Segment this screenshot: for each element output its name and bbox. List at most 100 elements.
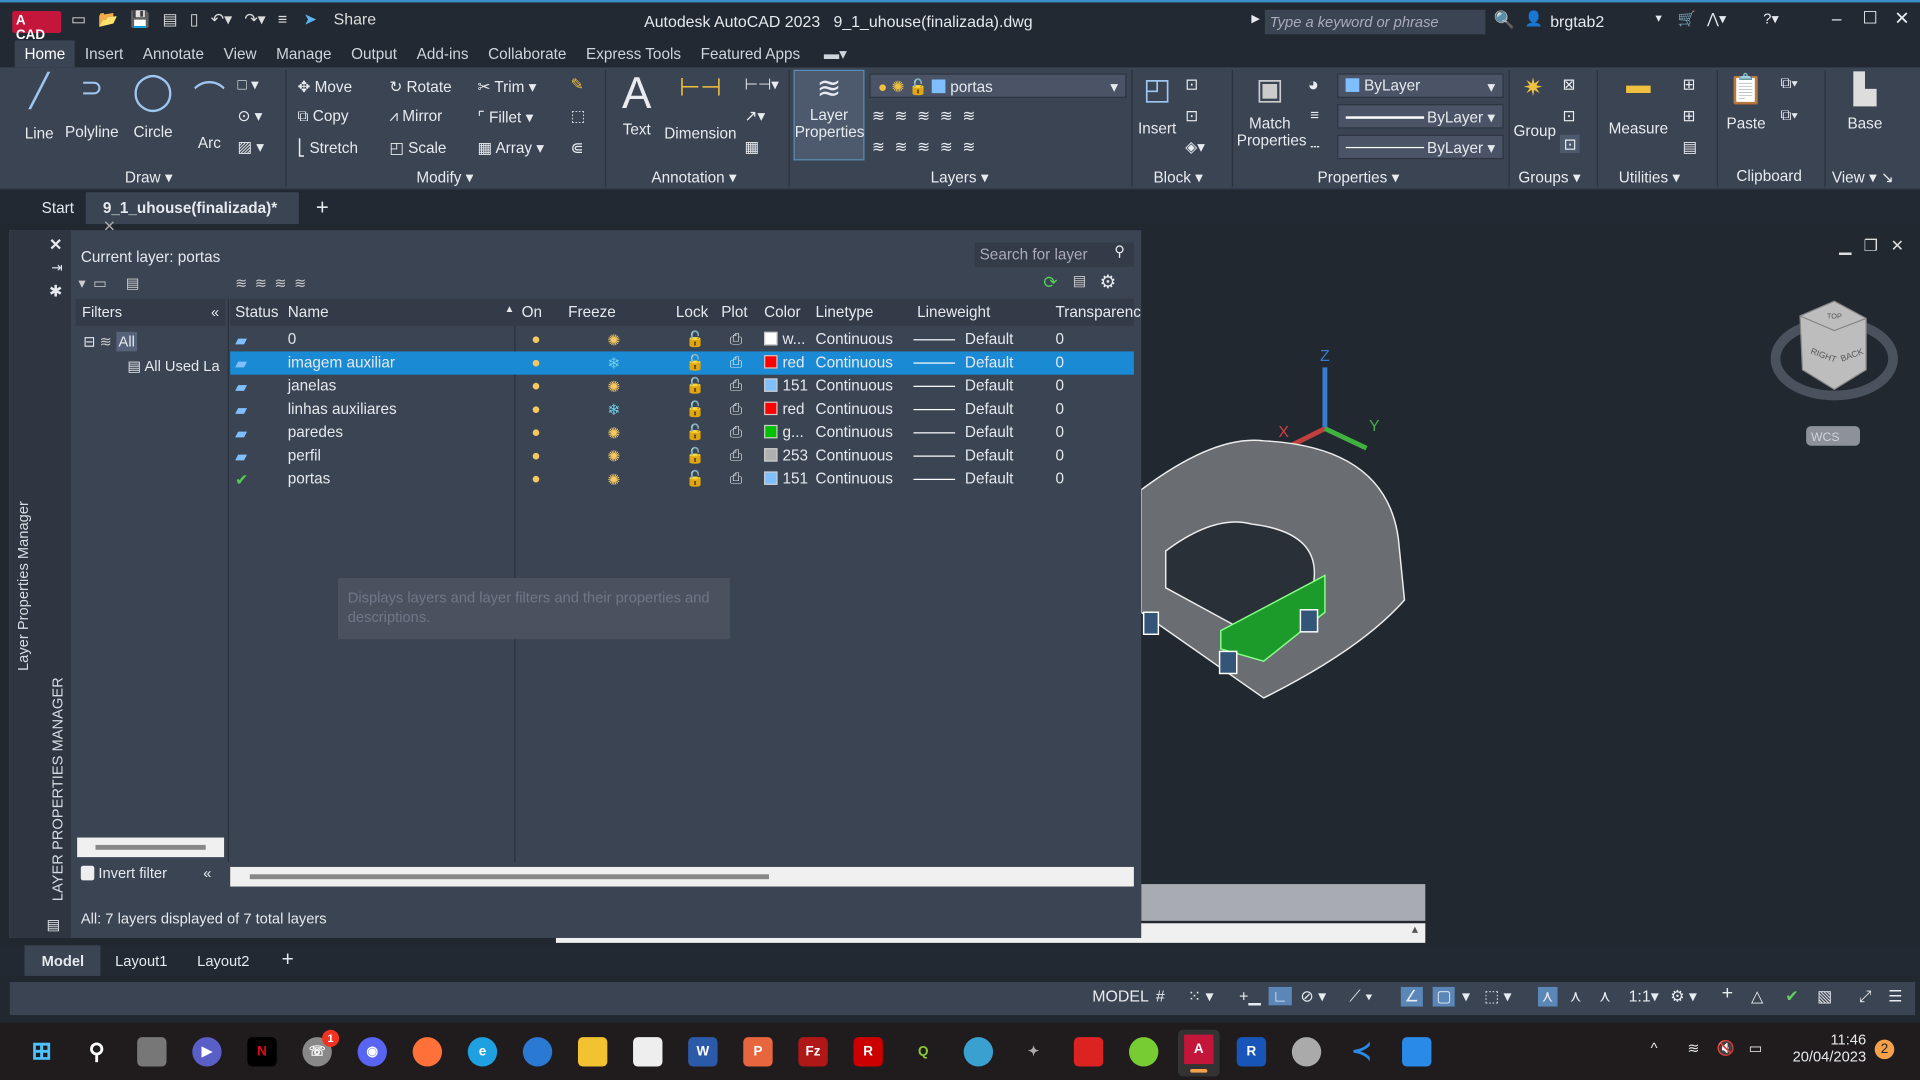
task-view-icon[interactable] xyxy=(137,1037,167,1067)
isolate-objects-icon[interactable]: ▧ xyxy=(1817,987,1832,1007)
minimize-button[interactable]: – xyxy=(1832,9,1842,29)
ellipse-icon[interactable]: ⊙ ▾ xyxy=(238,107,263,125)
tray-chevron-icon[interactable]: ^ xyxy=(1651,1040,1658,1057)
dynamic-input-icon[interactable]: +▁ xyxy=(1239,987,1261,1007)
sun-thawed-icon[interactable]: ✺ xyxy=(607,331,620,349)
splitter[interactable] xyxy=(227,298,229,863)
copy-button[interactable]: ⧉ Copy xyxy=(298,108,349,126)
layer-lineweight[interactable]: Default xyxy=(965,400,1014,417)
collapse-icon[interactable]: « xyxy=(203,864,211,881)
layer-list-scrollbar[interactable] xyxy=(230,866,1134,887)
ribbon-minimize-icon[interactable]: ▬▾ xyxy=(814,39,857,67)
ungroup-icon[interactable]: ⊠ xyxy=(1562,75,1575,93)
snowflake-frozen-icon[interactable]: ❄ xyxy=(607,354,620,372)
col-linetype[interactable]: Linetype xyxy=(816,304,874,321)
hatch-icon[interactable]: ▨ ▾ xyxy=(238,137,264,155)
printer-icon[interactable]: ⎙ xyxy=(730,331,742,349)
view-cube[interactable]: RIGHT BACK TOP WCS xyxy=(1770,300,1898,446)
redo-icon[interactable]: ↷▾ xyxy=(244,10,265,30)
layer-status-icon[interactable]: ▰ xyxy=(235,400,247,419)
layer-status-icon[interactable]: ▰ xyxy=(235,424,247,442)
units-icon[interactable]: △ xyxy=(1751,987,1763,1007)
id-point-icon[interactable]: ⊞ xyxy=(1682,75,1695,93)
cut-icon[interactable]: ⧉▾ xyxy=(1780,75,1797,93)
lightbulb-on-icon[interactable]: ● xyxy=(531,354,540,371)
filter-tree-all-used[interactable]: ▤ All Used La xyxy=(127,358,225,375)
layer-linetype[interactable]: Continuous xyxy=(816,424,893,441)
autodesk-icon[interactable]: ⋀▾ xyxy=(1707,10,1726,27)
scale-button[interactable]: ◰ Scale xyxy=(389,138,446,157)
create-block-icon[interactable]: ⊡ xyxy=(1185,75,1198,93)
unlocked-icon[interactable]: 🔓 xyxy=(686,377,705,395)
palette-properties-icon[interactable]: ✱ xyxy=(49,282,62,302)
line-button[interactable]: ╱ Line xyxy=(17,72,61,142)
layer-transparency[interactable]: 0 xyxy=(1056,470,1065,487)
col-lineweight[interactable]: Lineweight xyxy=(917,304,990,321)
netflix-icon[interactable]: N xyxy=(247,1037,277,1067)
layer-linetype[interactable]: Continuous xyxy=(816,400,893,417)
viewport-restore-icon[interactable]: ❐ xyxy=(1864,238,1878,255)
lightbulb-on-icon[interactable]: ● xyxy=(531,400,540,417)
maximize-button[interactable]: ☐ xyxy=(1862,7,1877,28)
col-freeze[interactable]: Freeze xyxy=(568,304,616,321)
annotation-visibility-icon[interactable]: ⋏ xyxy=(1537,986,1557,1007)
layer-lineweight[interactable]: Default xyxy=(965,424,1014,441)
tab-insert[interactable]: Insert xyxy=(75,40,133,67)
save-icon[interactable]: 💾 xyxy=(130,10,150,30)
layer-name[interactable]: paredes xyxy=(288,424,343,441)
printer-icon[interactable]: ⎙ xyxy=(730,447,742,465)
erase-icon[interactable]: ✎ xyxy=(571,75,584,93)
rectangle-icon[interactable]: □ ▾ xyxy=(238,75,259,93)
tab-start[interactable]: Start xyxy=(42,200,74,217)
layer-linetype[interactable]: Continuous xyxy=(816,470,893,487)
new-layer-tools[interactable]: ≋≋≋≋ xyxy=(235,274,314,291)
printer-icon[interactable]: ⎙ xyxy=(730,424,742,442)
tab-collaborate[interactable]: Collaborate xyxy=(478,40,576,67)
3d-osnap-icon[interactable]: ⬚ ▾ xyxy=(1484,987,1511,1007)
ortho-icon[interactable]: ∟ xyxy=(1268,986,1292,1006)
sketchup-icon[interactable] xyxy=(1073,1037,1104,1067)
move-button[interactable]: ✥ Move xyxy=(298,77,353,95)
modify-panel-label[interactable]: Modify ▾ xyxy=(416,168,473,186)
gimp-icon[interactable]: ✦ xyxy=(1019,1037,1048,1066)
save-as-icon[interactable]: ▤ xyxy=(162,10,177,30)
layer-color[interactable]: red xyxy=(764,400,805,418)
layer-status-icon[interactable]: ▰ xyxy=(235,377,247,395)
firefox-icon[interactable] xyxy=(412,1037,443,1067)
new-tab-button[interactable]: + xyxy=(316,195,329,221)
layers-panel-label[interactable]: Layers ▾ xyxy=(931,168,989,186)
scale-dropdown[interactable]: 1:1▾ xyxy=(1629,987,1659,1007)
layer-lineweight[interactable]: Default xyxy=(965,377,1014,394)
layer-status-icon[interactable]: ▰ xyxy=(235,354,247,372)
trim-button[interactable]: ✂ Trim ▾ xyxy=(478,77,537,95)
layer-transparency[interactable]: 0 xyxy=(1056,354,1065,371)
calculator-icon[interactable]: ▤ xyxy=(1682,137,1696,155)
layer-tools-row2[interactable]: ≋≋≋≋≋ xyxy=(872,137,985,155)
file-explorer-icon[interactable] xyxy=(577,1037,608,1067)
match-properties-button[interactable]: ▣ Match Properties xyxy=(1237,72,1307,149)
fillet-button[interactable]: ⌜ Fillet ▾ xyxy=(478,108,534,126)
unlocked-icon[interactable]: 🔓 xyxy=(686,470,705,488)
layer-color[interactable]: red xyxy=(764,354,805,371)
block-panel-label[interactable]: Block ▾ xyxy=(1153,168,1202,186)
filter-scrollbar[interactable] xyxy=(77,837,225,858)
unlocked-icon[interactable]: 🔓 xyxy=(686,400,705,418)
palette-close-icon[interactable]: ✕ xyxy=(49,235,62,255)
insert-button[interactable]: ◰ Insert xyxy=(1136,72,1178,137)
layer-linetype[interactable]: Continuous xyxy=(816,354,893,371)
col-color[interactable]: Color xyxy=(764,304,801,321)
stretch-button[interactable]: ⎣ Stretch xyxy=(298,138,358,157)
groups-panel-label[interactable]: Groups ▾ xyxy=(1518,168,1580,186)
new-layout-button[interactable]: + xyxy=(282,948,294,972)
help-search-input[interactable]: Type a keyword or phrase xyxy=(1264,9,1486,35)
block-attribute-icon[interactable]: ◈▾ xyxy=(1185,137,1204,155)
qgis-icon[interactable]: Q xyxy=(909,1037,938,1066)
sun-thawed-icon[interactable]: ✺ xyxy=(607,447,620,465)
clock[interactable]: 11:46 20/04/2023 xyxy=(1788,1031,1867,1065)
whatsapp-icon[interactable]: ☏ 1 xyxy=(302,1029,340,1067)
lightbulb-on-icon[interactable]: ● xyxy=(531,377,540,394)
col-on[interactable]: On xyxy=(522,304,542,321)
layer-row[interactable]: ▰ 0 ● ✺ 🔓 ⎙ w... Continuous Default 0 xyxy=(230,328,1134,351)
linetype-dropdown[interactable]: ByLayer ▾ xyxy=(1337,134,1504,160)
start-icon[interactable]: ⊞ xyxy=(27,1037,56,1066)
